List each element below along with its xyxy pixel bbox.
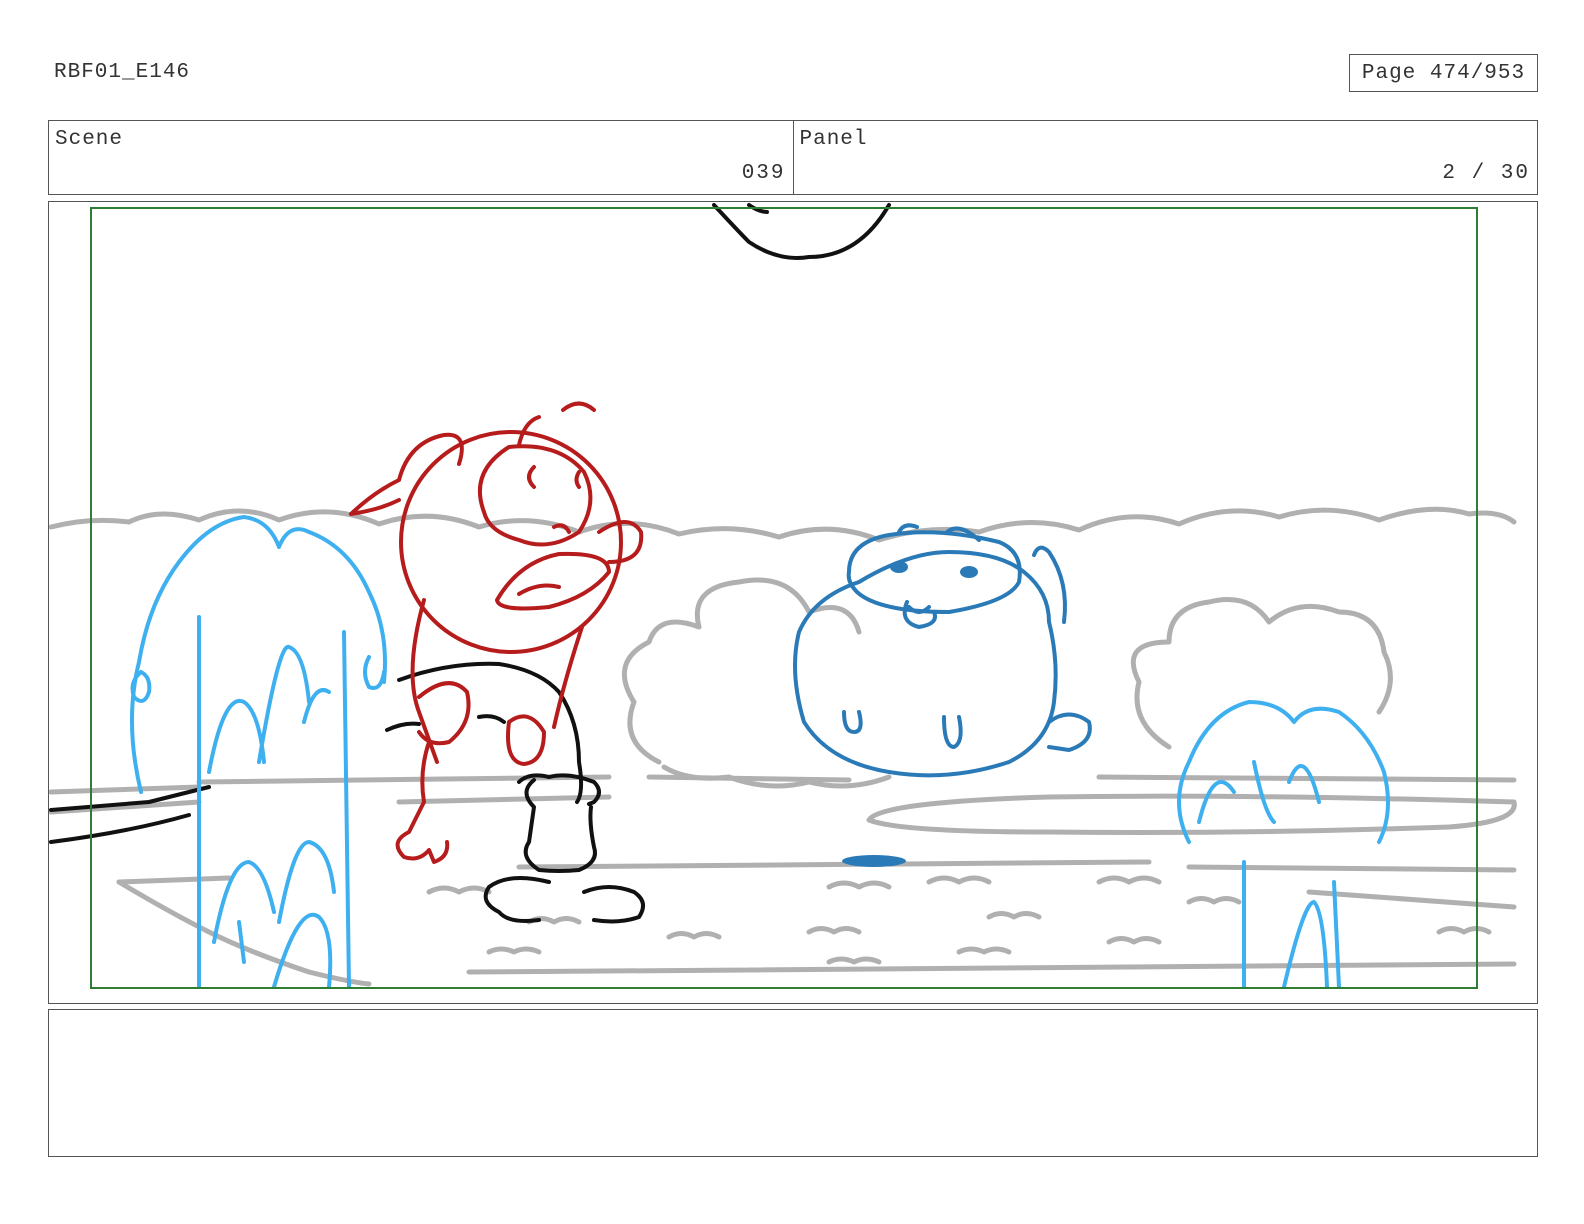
- panel-number: 2 / 30: [1442, 162, 1530, 185]
- background-sketch: [49, 506, 1517, 987]
- storyboard-frame: [48, 201, 1538, 1004]
- panel-label: Panel: [799, 128, 868, 151]
- water-fountains: [130, 515, 1390, 989]
- blue-shadow: [842, 855, 906, 867]
- scene-panel-info: Scene 039 Panel 2 / 30: [48, 120, 1538, 195]
- panel-cell: Panel 2 / 30: [792, 121, 1538, 194]
- panel-notes-box: [48, 1009, 1538, 1157]
- scene-label: Scene: [55, 128, 124, 151]
- safe-area-guide: [90, 207, 1478, 989]
- page-indicator: Page 474/953: [1349, 54, 1538, 92]
- storyboard-sketch: [49, 203, 1517, 989]
- episode-id: RBF01_E146: [54, 61, 191, 84]
- blue-character: [793, 523, 1092, 778]
- scene-number: 039: [741, 162, 786, 185]
- scene-cell: Scene 039: [49, 121, 793, 194]
- blue-character-eye-left: [890, 561, 908, 573]
- blue-character-eye-right: [960, 566, 978, 578]
